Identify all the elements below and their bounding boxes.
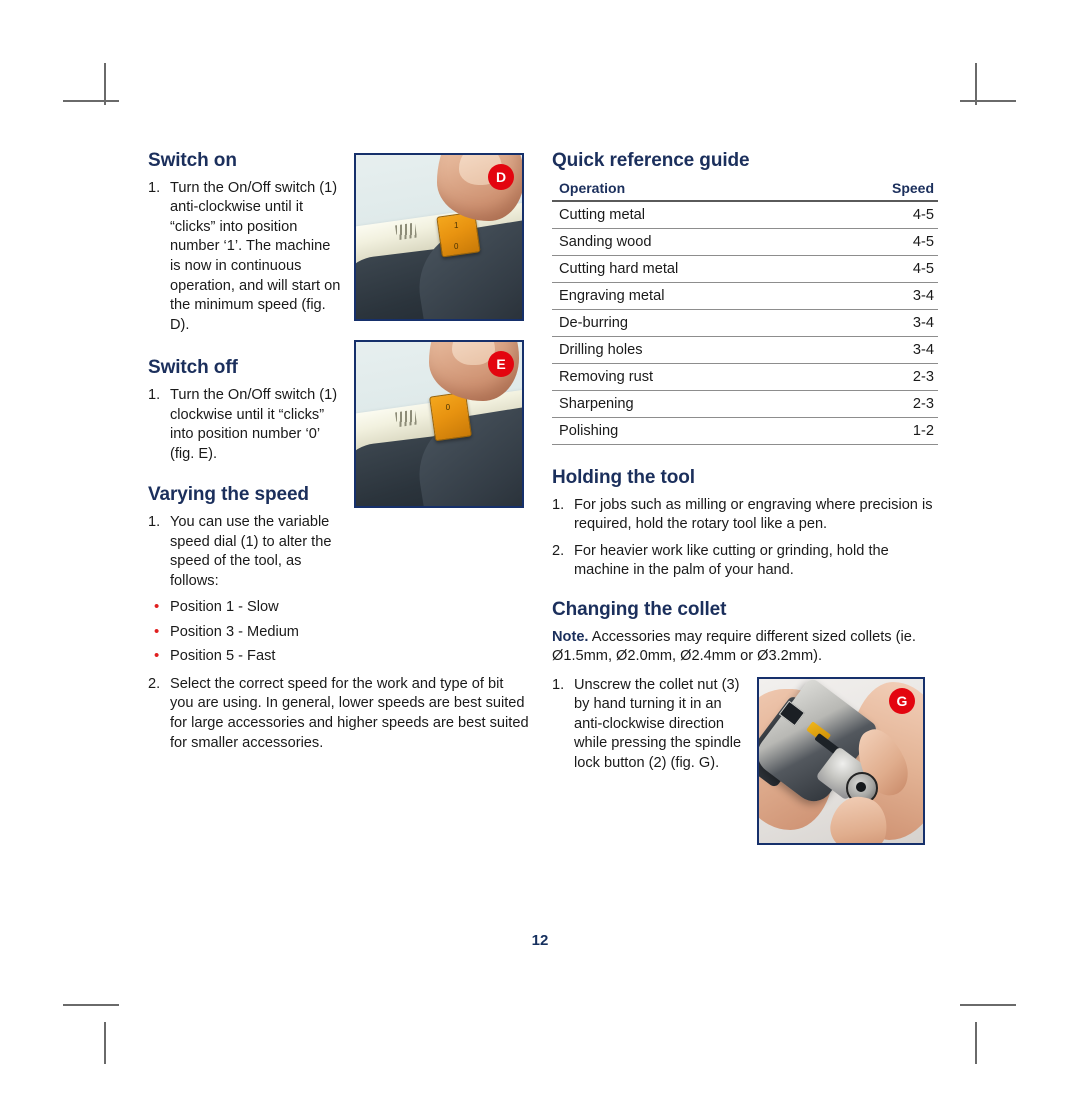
table-row: Engraving metal 3-4: [552, 282, 938, 310]
section-holding-the-tool: Holding the tool 1. For jobs such as mil…: [552, 467, 938, 581]
right-column: Quick reference guide Operation Speed Cu…: [552, 150, 938, 790]
cell-speed: 4-5: [823, 200, 938, 229]
document-page: 1 0 D 0 E G Switch on 1. Turn the On/Off…: [0, 0, 1080, 1105]
quick-reference-table: Operation Speed Cutting metal 4-5 Sandin…: [552, 178, 938, 445]
cell-speed: 1-2: [823, 417, 938, 445]
cell-speed: 2-3: [823, 363, 938, 391]
bullet-text: Position 3 - Medium: [170, 623, 299, 640]
note-label: Note.: [552, 628, 589, 645]
cell-operation: Sanding wood: [552, 228, 824, 256]
table-header-row: Operation Speed: [552, 178, 938, 202]
switch-position-label-bottom: 0: [453, 241, 459, 251]
cell-speed: 3-4: [823, 309, 938, 337]
step-number: 1.: [552, 676, 565, 693]
step-text: Turn the On/Off switch (1) clockwise unt…: [170, 387, 338, 462]
section-quick-reference-guide: Quick reference guide Operation Speed Cu…: [552, 150, 938, 445]
step-text: Select the correct speed for the work an…: [170, 675, 529, 751]
list-item: 1. Unscrew the collet nut (3) by hand tu…: [552, 676, 748, 774]
crop-mark-top-right-vertical: [975, 63, 977, 105]
step-text: For heavier work like cutting or grindin…: [574, 542, 889, 579]
bullet-icon: •: [154, 622, 160, 640]
page-number: 12: [531, 932, 549, 949]
cell-operation: De-burring: [552, 309, 824, 337]
cell-operation: Cutting hard metal: [552, 255, 824, 283]
table-row: Drilling holes 3-4: [552, 336, 938, 364]
cell-operation: Engraving metal: [552, 282, 824, 310]
bullet-text: Position 1 - Slow: [170, 599, 279, 616]
heading-holding-the-tool: Holding the tool: [552, 466, 695, 488]
crop-mark-bottom-left-horizontal: [63, 1004, 119, 1006]
table-row: Cutting metal 4-5: [552, 200, 938, 229]
cell-operation: Sharpening: [552, 390, 824, 418]
holding-tool-steps: 1. For jobs such as milling or engraving…: [552, 496, 938, 581]
list-item: • Position 1 - Slow: [148, 598, 530, 618]
collet-note: Note. Accessories may require different …: [552, 628, 938, 667]
step-number: 2.: [148, 675, 161, 692]
note-text: Accessories may require different sized …: [552, 628, 916, 665]
cell-speed: 2-3: [823, 390, 938, 418]
speed-position-list: • Position 1 - Slow • Position 3 - Mediu…: [148, 598, 530, 667]
crop-mark-top-right-horizontal: [960, 100, 1016, 102]
step-number: 2.: [552, 542, 565, 559]
list-item: • Position 3 - Medium: [148, 623, 530, 643]
table-row: Sharpening 2-3: [552, 390, 938, 418]
list-item: 1. Turn the On/Off switch (1) clockwise …: [148, 386, 344, 464]
varying-speed-step-1: 1. You can use the variable speed dial (…: [148, 513, 344, 591]
bullet-text: Position 5 - Fast: [170, 648, 276, 665]
cell-operation: Drilling holes: [552, 336, 824, 364]
step-text: You can use the variable speed dial (1) …: [170, 514, 332, 589]
step-number: 1.: [148, 179, 161, 196]
figure-d-badge: D: [488, 164, 514, 190]
figure-g-badge: G: [889, 688, 915, 714]
crop-mark-top-left-horizontal: [63, 100, 119, 102]
heading-changing-the-collet: Changing the collet: [552, 598, 727, 620]
step-number: 1.: [148, 514, 161, 531]
table-row: Sanding wood 4-5: [552, 228, 938, 256]
heading-varying-the-speed: Varying the speed: [148, 484, 309, 506]
crop-mark-bottom-right-horizontal: [960, 1004, 1016, 1006]
cell-speed: 3-4: [823, 282, 938, 310]
section-changing-the-collet: Changing the collet Note. Accessories ma…: [552, 599, 938, 774]
step-text: For jobs such as milling or engraving wh…: [574, 496, 933, 533]
on-off-switch: [429, 392, 473, 442]
step-number: 1.: [148, 387, 161, 404]
column-header-speed: Speed: [823, 178, 938, 202]
cell-speed: 3-4: [823, 336, 938, 364]
bullet-icon: •: [154, 598, 160, 616]
table-row: Cutting hard metal 4-5: [552, 255, 938, 283]
cell-operation: Polishing: [552, 417, 824, 445]
bullet-icon: •: [154, 647, 160, 665]
crop-mark-bottom-right-vertical: [975, 1022, 977, 1064]
crop-mark-bottom-left-vertical: [104, 1022, 106, 1064]
column-header-operation: Operation: [552, 178, 824, 202]
cell-speed: 4-5: [823, 255, 938, 283]
list-item: • Position 5 - Fast: [148, 647, 530, 667]
varying-speed-step-2: 2. Select the correct speed for the work…: [148, 675, 530, 753]
list-item: 1. You can use the variable speed dial (…: [148, 513, 344, 591]
list-item: 2. Select the correct speed for the work…: [148, 675, 530, 753]
table-row: De-burring 3-4: [552, 309, 938, 337]
step-number: 1.: [552, 496, 565, 513]
list-item: 1. For jobs such as milling or engraving…: [552, 496, 938, 535]
figure-e-badge: E: [488, 351, 514, 377]
switch-position-label-top: 1: [453, 220, 459, 230]
cell-speed: 4-5: [823, 228, 938, 256]
heading-quick-reference-guide: Quick reference guide: [552, 150, 750, 171]
list-item: 1. Turn the On/Off switch (1) anti-clock…: [148, 179, 344, 335]
step-text: Turn the On/Off switch (1) anti-clockwis…: [170, 179, 341, 333]
cell-operation: Cutting metal: [552, 200, 824, 229]
list-item: 2. For heavier work like cutting or grin…: [552, 542, 938, 581]
switch-position-label: 0: [445, 402, 451, 412]
switch-off-steps: 1. Turn the On/Off switch (1) clockwise …: [148, 386, 344, 464]
table-row: Polishing 1-2: [552, 417, 938, 445]
table-row: Removing rust 2-3: [552, 363, 938, 391]
cell-operation: Removing rust: [552, 363, 824, 391]
switch-on-steps: 1. Turn the On/Off switch (1) anti-clock…: [148, 179, 344, 335]
crop-mark-top-left-vertical: [104, 63, 106, 105]
changing-collet-steps: 1. Unscrew the collet nut (3) by hand tu…: [552, 676, 748, 774]
section-varying-the-speed: Varying the speed 1. You can use the var…: [148, 484, 530, 753]
step-text: Unscrew the collet nut (3) by hand turni…: [574, 676, 742, 771]
